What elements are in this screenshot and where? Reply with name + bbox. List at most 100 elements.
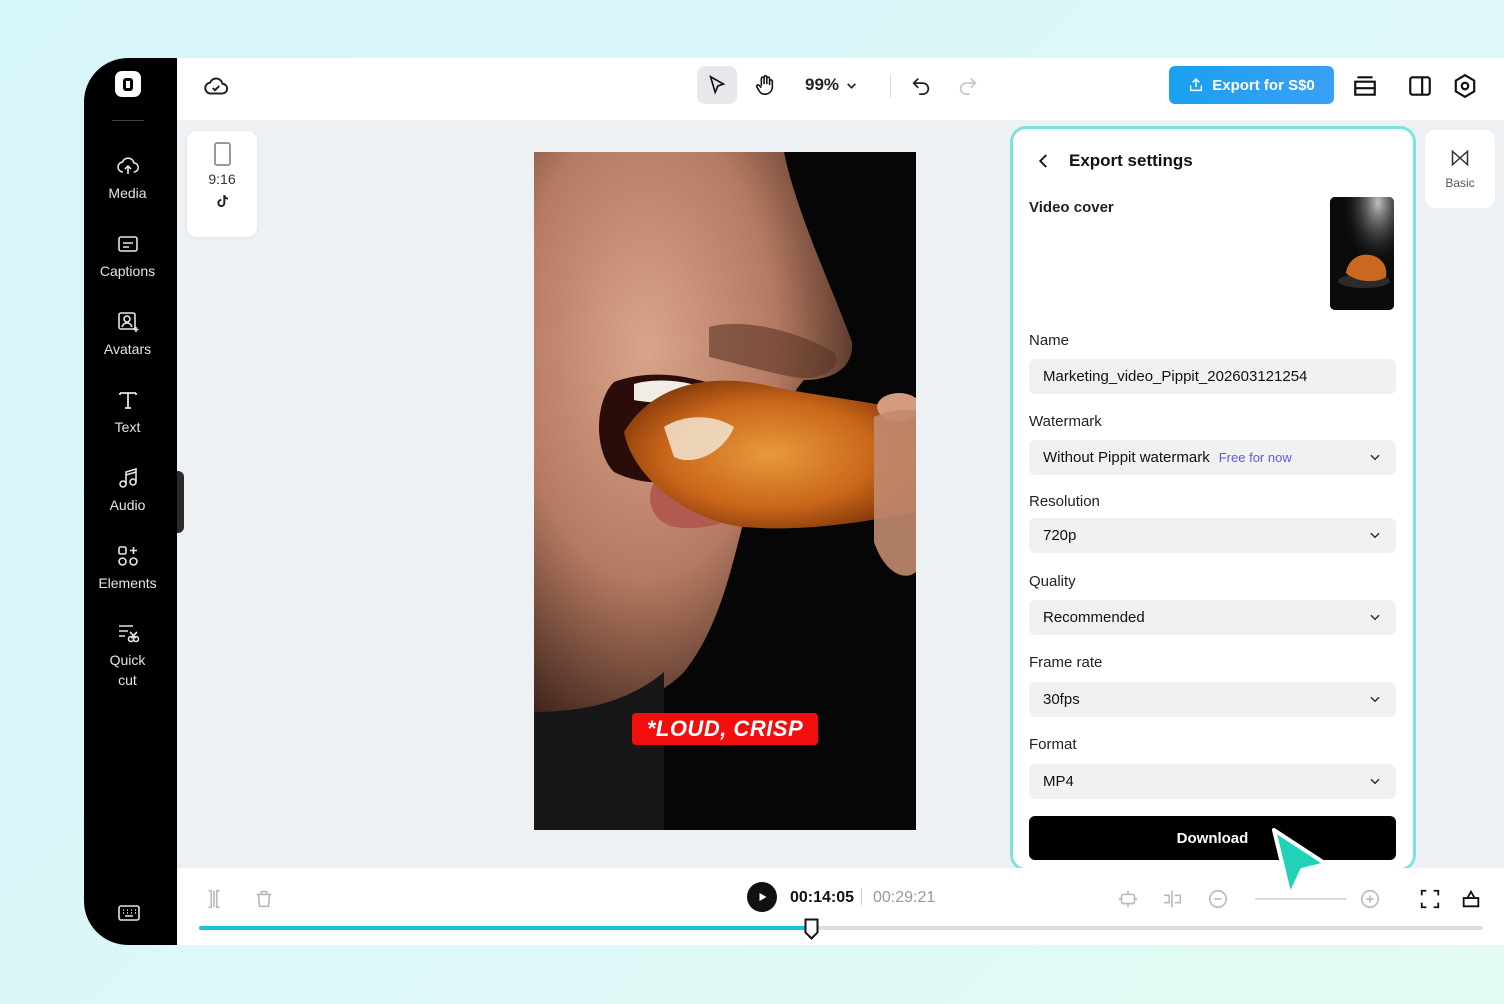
playhead-handle[interactable]	[804, 918, 819, 940]
fullscreen-icon[interactable]	[1419, 888, 1441, 910]
chevron-down-icon	[1370, 454, 1380, 461]
sidebar-item-label: Elements	[98, 575, 157, 591]
video-cover-label: Video cover	[1029, 199, 1114, 216]
video-caption-text[interactable]: *LOUD, CRISP	[632, 713, 818, 745]
quality-value: Recommended	[1043, 609, 1145, 626]
resolution-value: 720p	[1043, 527, 1077, 544]
quality-label: Quality	[1029, 573, 1076, 590]
cover-image	[1330, 197, 1394, 310]
sidebar-divider	[112, 120, 144, 121]
format-label: Format	[1029, 736, 1077, 753]
download-button[interactable]: Download	[1029, 816, 1396, 860]
quick-cut-icon	[118, 625, 139, 643]
layers-stack-icon[interactable]	[1352, 73, 1378, 99]
hand-tool-button[interactable]	[747, 66, 783, 104]
sidebar-collapse-handle[interactable]	[177, 471, 184, 533]
chevron-down-icon	[847, 82, 856, 89]
sidebar-item-quick-cut[interactable]: Quick cut	[84, 621, 171, 690]
app-window: Media Captions Avatars Text Audio Elemen…	[84, 58, 1504, 945]
sidebar-item-label: Avatars	[103, 341, 152, 357]
format-value: MP4	[1043, 773, 1074, 790]
video-cover-thumbnail[interactable]	[1330, 197, 1394, 310]
pointer-cursor-icon	[1272, 828, 1328, 898]
toolbar-divider	[890, 74, 891, 98]
cloud-save-icon[interactable]	[203, 74, 229, 100]
free-badge: Free for now	[1218, 450, 1292, 465]
chevron-down-icon	[1370, 696, 1380, 703]
redo-icon[interactable]	[957, 74, 979, 96]
zoom-dropdown[interactable]: 99%	[805, 75, 858, 95]
play-button[interactable]	[747, 882, 777, 912]
sidebar: Media Captions Avatars Text Audio Elemen…	[84, 58, 177, 945]
sidebar-item-media[interactable]: Media	[84, 154, 171, 203]
cloud-upload-icon	[116, 157, 139, 174]
watermark-select[interactable]: Without Pippit watermark Free for now	[1029, 440, 1396, 475]
share-upload-icon	[1190, 77, 1203, 92]
watermark-label: Watermark	[1029, 413, 1102, 430]
resolution-select[interactable]: 720p	[1029, 518, 1396, 553]
format-select[interactable]: MP4	[1029, 764, 1396, 799]
zoom-value: 99%	[805, 75, 840, 94]
trash-icon[interactable]	[253, 888, 275, 910]
time-divider	[861, 888, 862, 905]
resolution-label: Resolution	[1029, 493, 1100, 510]
split-clip-icon[interactable]	[203, 888, 225, 910]
auto-fit-icon[interactable]	[1117, 888, 1139, 910]
music-note-icon	[118, 467, 137, 488]
undo-icon[interactable]	[910, 74, 932, 96]
video-preview[interactable]: *LOUD, CRISP	[534, 152, 916, 830]
tiktok-icon	[217, 195, 228, 207]
aspect-ratio-label: 9:16	[208, 171, 236, 187]
avatar-icon	[117, 312, 138, 332]
settings-hexagon-icon[interactable]	[1452, 73, 1478, 99]
current-time: 00:14:05	[790, 889, 855, 906]
name-label: Name	[1029, 332, 1070, 349]
text-icon	[118, 392, 137, 409]
snap-split-icon[interactable]	[1161, 888, 1183, 910]
sidebar-item-label: Audio	[109, 497, 146, 513]
captions-icon	[117, 236, 138, 252]
panel-header: Export settings	[1035, 151, 1193, 171]
quality-select[interactable]: Recommended	[1029, 600, 1396, 635]
aspect-ratio-card[interactable]: 9:16	[187, 131, 257, 237]
frame-rate-select[interactable]: 30fps	[1029, 682, 1396, 717]
sidebar-item-captions[interactable]: Captions	[84, 232, 171, 281]
sidebar-item-label: Text	[114, 419, 141, 435]
export-tray-icon[interactable]	[1460, 888, 1482, 910]
zoom-in-icon[interactable]	[1359, 888, 1381, 910]
split-panel-icon[interactable]	[1407, 73, 1433, 99]
timeline-progress	[199, 926, 812, 930]
sidebar-item-text[interactable]: Text	[84, 388, 171, 437]
keyboard-icon[interactable]	[117, 901, 141, 925]
top-toolbar: 99% Export for S$0	[177, 58, 1504, 120]
export-settings-panel: Export settings Video cover Name Marketi…	[1010, 126, 1416, 871]
basic-label: Basic	[1445, 176, 1475, 190]
sidebar-item-avatars[interactable]: Avatars	[84, 310, 171, 359]
timeline-track[interactable]	[199, 926, 1483, 930]
hand-icon	[755, 75, 774, 95]
sidebar-item-label: Media	[108, 185, 147, 201]
basic-panel-tab[interactable]: Basic	[1425, 130, 1495, 208]
basic-bowtie-icon	[1451, 149, 1469, 167]
play-icon	[759, 893, 767, 901]
app-logo[interactable]	[115, 71, 141, 97]
name-input[interactable]: Marketing_video_Pippit_202603121254	[1029, 359, 1396, 394]
select-tool-button[interactable]	[697, 66, 737, 104]
export-button[interactable]: Export for S$0	[1169, 66, 1334, 104]
elements-icon	[117, 546, 138, 566]
chevron-down-icon	[1370, 614, 1380, 621]
sidebar-item-audio[interactable]: Audio	[84, 466, 171, 515]
sidebar-item-label: Quick cut	[109, 652, 146, 688]
chevron-down-icon	[1370, 778, 1380, 785]
watermark-value: Without Pippit watermark	[1043, 449, 1210, 466]
chevron-down-icon	[1370, 532, 1380, 539]
zoom-out-icon[interactable]	[1207, 888, 1229, 910]
name-input-value: Marketing_video_Pippit_202603121254	[1043, 368, 1308, 385]
back-arrow-icon[interactable]	[1035, 152, 1053, 170]
panel-title: Export settings	[1069, 151, 1193, 170]
sidebar-item-elements[interactable]: Elements	[84, 544, 171, 593]
pointer-icon	[709, 75, 726, 95]
frame-rate-value: 30fps	[1043, 691, 1080, 708]
sidebar-item-label: Captions	[99, 263, 156, 279]
export-button-label: Export for S$0	[1212, 76, 1315, 94]
